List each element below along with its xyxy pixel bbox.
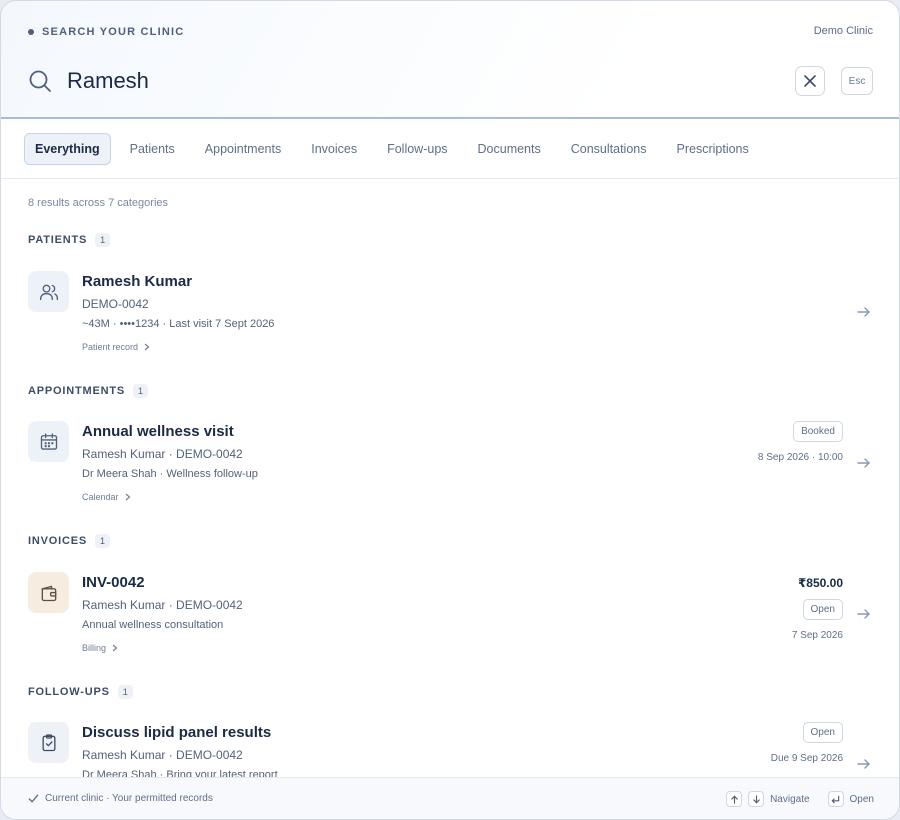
result-meta: Booked 8 Sep 2026 · 10:00 bbox=[758, 421, 843, 463]
search-input[interactable] bbox=[67, 68, 795, 94]
users-icon bbox=[28, 271, 69, 312]
result-meta: ₹850.00 Open 7 Sep 2026 bbox=[792, 576, 843, 641]
billing-link[interactable]: Billing bbox=[82, 643, 118, 653]
result-invoice[interactable]: INV-0042 Ramesh Kumar · DEMO-0042 Annual… bbox=[28, 572, 873, 672]
category-tabs: Everything Patients Appointments Invoice… bbox=[1, 120, 899, 179]
arrow-down-icon bbox=[752, 794, 760, 803]
arrow-up-key bbox=[726, 791, 743, 807]
result-detail: ~43M · ••••1234 · Last visit 7 Sept 2026 bbox=[82, 318, 275, 330]
count-badge: 1 bbox=[94, 534, 110, 548]
calendar-link[interactable]: Calendar bbox=[82, 492, 131, 502]
enter-key bbox=[827, 791, 844, 807]
status-badge: Booked bbox=[793, 421, 843, 442]
clinic-name: Demo Clinic bbox=[813, 25, 873, 37]
open-hint: Open bbox=[849, 793, 874, 805]
results-summary: 8 results across 7 categories bbox=[28, 197, 169, 209]
section-title: INVOICES bbox=[28, 535, 87, 547]
result-link-label: Billing bbox=[82, 643, 107, 653]
tab-patients[interactable]: Patients bbox=[119, 133, 186, 165]
result-appointment[interactable]: Annual wellness visit Ramesh Kumar · DEM… bbox=[28, 421, 873, 521]
result-subtitle: Ramesh Kumar · DEMO-0042 bbox=[82, 598, 243, 612]
clipboard-check-icon bbox=[28, 722, 69, 763]
result-link-label: Calendar bbox=[82, 492, 119, 502]
result-detail: Dr Meera Shah · Wellness follow-up bbox=[82, 468, 258, 480]
patient-record-link[interactable]: Patient record bbox=[82, 342, 150, 352]
tab-consultations[interactable]: Consultations bbox=[560, 133, 658, 165]
result-subtitle: Ramesh Kumar · DEMO-0042 bbox=[82, 447, 243, 461]
search-icon bbox=[28, 69, 52, 93]
result-patient[interactable]: Ramesh Kumar DEMO-0042 ~43M · ••••1234 ·… bbox=[28, 271, 873, 371]
tab-invoices[interactable]: Invoices bbox=[300, 133, 368, 165]
tab-everything[interactable]: Everything bbox=[24, 133, 111, 165]
results-list[interactable]: 8 results across 7 categories PATIENTS 1… bbox=[1, 180, 899, 778]
esc-button[interactable]: Esc bbox=[841, 67, 873, 95]
arrow-up-icon bbox=[730, 795, 738, 804]
enter-icon bbox=[831, 795, 840, 803]
search-row: Esc bbox=[28, 63, 873, 99]
clear-search-button[interactable] bbox=[795, 66, 825, 96]
result-follow-up[interactable]: Discuss lipid panel results Ramesh Kumar… bbox=[28, 722, 873, 778]
tab-appointments[interactable]: Appointments bbox=[194, 133, 292, 165]
result-title: Ramesh Kumar bbox=[82, 273, 193, 290]
count-badge: 1 bbox=[133, 384, 149, 398]
result-link-label: Patient record bbox=[82, 342, 139, 352]
calendar-icon bbox=[28, 421, 69, 462]
navigate-hint: Navigate bbox=[770, 793, 810, 805]
keyboard-hints: Navigate Open bbox=[726, 791, 874, 807]
status-badge: Open bbox=[802, 599, 843, 620]
chevron-right-icon bbox=[112, 644, 118, 652]
close-icon bbox=[804, 75, 816, 87]
section-header-patients: PATIENTS 1 bbox=[28, 233, 111, 247]
arrow-down-key bbox=[748, 791, 765, 807]
section-title: FOLLOW-UPS bbox=[28, 686, 110, 698]
result-title: INV-0042 bbox=[82, 574, 145, 591]
result-subtitle: Ramesh Kumar · DEMO-0042 bbox=[82, 748, 243, 762]
invoice-amount: ₹850.00 bbox=[797, 576, 843, 590]
eyebrow: SEARCH YOUR CLINIC bbox=[28, 26, 184, 38]
result-date: 7 Sep 2026 bbox=[791, 630, 843, 641]
check-icon bbox=[28, 794, 39, 803]
search-dialog: SEARCH YOUR CLINIC Demo Clinic Esc Every… bbox=[0, 0, 900, 820]
result-title: Annual wellness visit bbox=[82, 423, 234, 440]
tab-follow-ups[interactable]: Follow-ups bbox=[376, 133, 458, 165]
result-date: Due 9 Sep 2026 bbox=[770, 753, 843, 764]
wallet-icon bbox=[28, 572, 69, 613]
arrow-right-icon[interactable] bbox=[857, 305, 871, 319]
status-badge: Open bbox=[802, 722, 843, 743]
section-title: APPOINTMENTS bbox=[28, 385, 125, 397]
scope-label: Current clinic · Your permitted records bbox=[45, 793, 213, 804]
section-header-follow-ups: FOLLOW-UPS 1 bbox=[28, 685, 133, 699]
result-title: Discuss lipid panel results bbox=[82, 724, 272, 741]
tab-documents[interactable]: Documents bbox=[467, 133, 552, 165]
result-subtitle: DEMO-0042 bbox=[82, 297, 149, 311]
section-header-invoices: INVOICES 1 bbox=[28, 534, 110, 548]
section-header-appointments: APPOINTMENTS 1 bbox=[28, 384, 149, 398]
dot-icon bbox=[28, 29, 34, 35]
eyebrow-label: SEARCH YOUR CLINIC bbox=[42, 26, 185, 38]
chevron-right-icon bbox=[125, 493, 130, 501]
arrow-right-icon[interactable] bbox=[857, 456, 871, 470]
count-badge: 1 bbox=[117, 685, 133, 699]
section-title: PATIENTS bbox=[28, 234, 88, 246]
arrow-right-icon[interactable] bbox=[857, 757, 871, 771]
count-badge: 1 bbox=[95, 233, 111, 247]
arrow-right-icon[interactable] bbox=[857, 607, 871, 621]
scope-note: Current clinic · Your permitted records bbox=[28, 793, 213, 804]
search-header: SEARCH YOUR CLINIC Demo Clinic Esc bbox=[1, 1, 899, 119]
dialog-footer: Current clinic · Your permitted records … bbox=[1, 777, 899, 819]
result-date: 8 Sep 2026 · 10:00 bbox=[757, 452, 843, 463]
tab-prescriptions[interactable]: Prescriptions bbox=[666, 133, 760, 165]
result-meta: Open Due 9 Sep 2026 bbox=[771, 722, 843, 764]
result-detail: Annual wellness consultation bbox=[82, 619, 224, 631]
chevron-right-icon bbox=[144, 343, 150, 351]
